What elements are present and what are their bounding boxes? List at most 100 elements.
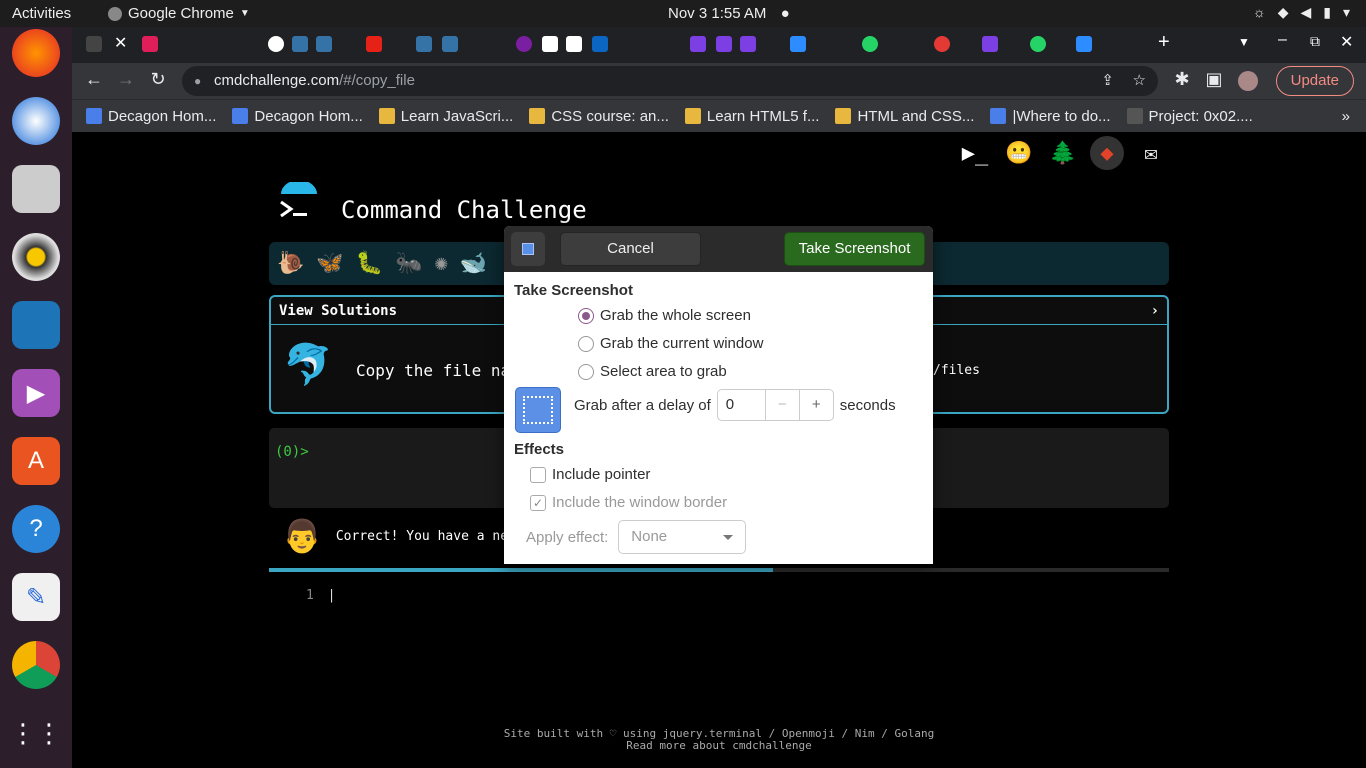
delay-input[interactable]: 0 (718, 390, 765, 420)
whale-icon[interactable]: 🐋 (460, 251, 487, 276)
include-pointer-checkbox[interactable]: Include pointer (530, 466, 650, 483)
site-info-icon[interactable]: ● (194, 66, 201, 96)
share-icon[interactable]: ⇪ (1101, 66, 1114, 96)
close-window-icon[interactable]: ✕ (1340, 32, 1353, 52)
app-menu-label: Google Chrome (128, 5, 234, 22)
ant-icon[interactable]: 🐜 (395, 251, 422, 276)
minus-icon[interactable]: − (764, 390, 799, 420)
radio-indicator[interactable] (578, 307, 594, 324)
radio-whole-screen[interactable]: Grab the whole screen (578, 307, 751, 324)
tab-search-icon[interactable]: ▼ (1238, 35, 1250, 49)
correct-text: Correct! You have a ne (335, 528, 509, 544)
snail-icon[interactable]: 🐌 (277, 251, 304, 276)
chrome-dock-icon[interactable] (12, 641, 60, 689)
tab-icon[interactable] (142, 36, 158, 52)
tab-icon[interactable] (790, 36, 806, 52)
tab-icon[interactable] (934, 36, 950, 52)
bookmark-item[interactable]: CSS course: an... (521, 108, 677, 125)
code-editor[interactable]: 1 | (306, 588, 335, 603)
plus-icon[interactable]: + (798, 390, 833, 420)
update-button[interactable]: Update (1275, 66, 1354, 96)
software-icon[interactable]: A (12, 437, 60, 485)
tab-icon[interactable] (1030, 36, 1046, 52)
back-icon[interactable]: ← (82, 69, 106, 90)
delay-stepper[interactable]: 0 − + (716, 389, 834, 421)
files-icon[interactable] (12, 165, 60, 213)
system-tray[interactable]: ☼ ◆ ◀ ▮ ▾ (1253, 4, 1350, 21)
header-links: ▶_ 😬 🌲 ◆ ✉ (958, 136, 1168, 170)
bookmark-item[interactable]: Project: 0x02.... (1119, 108, 1261, 125)
tree-icon[interactable]: 🌲 (1046, 136, 1080, 170)
bookmark-item[interactable]: HTML and CSS... (827, 108, 982, 125)
profile-avatar[interactable] (1238, 71, 1258, 91)
tab-icon[interactable] (1076, 36, 1092, 52)
activities-button[interactable]: Activities (12, 5, 71, 22)
tab-icon[interactable] (592, 36, 608, 52)
gitlab-icon[interactable]: ◆ (1090, 136, 1124, 170)
app-menu[interactable]: Google Chrome ▼ (108, 5, 250, 22)
show-apps-icon[interactable]: ⋮⋮ (10, 709, 62, 757)
tab-icon[interactable] (716, 36, 732, 52)
tab-icon[interactable] (442, 36, 458, 52)
extensions-icon[interactable]: ✱ (1170, 69, 1194, 90)
mail-icon[interactable]: ✉ (1134, 136, 1168, 170)
side-panel-icon[interactable]: ▣ (1202, 69, 1226, 90)
close-tab-icon[interactable]: ✕ (114, 33, 127, 53)
writer-icon[interactable] (12, 301, 60, 349)
tab-icon[interactable] (316, 36, 332, 52)
tab-icon[interactable] (982, 36, 998, 52)
maximize-icon[interactable]: ⧉ (1310, 33, 1320, 50)
footer-read-more-link[interactable]: Read more about cmdchallenge (442, 740, 996, 752)
bookmark-item[interactable]: |Where to do... (982, 108, 1118, 125)
scrimba-icon (835, 108, 852, 124)
checkbox-box[interactable] (530, 466, 546, 483)
gnome-top-bar: Activities Google Chrome ▼ Nov 3 1:55 AM… (0, 0, 1366, 27)
tab-icon[interactable] (740, 36, 756, 52)
tab-icon[interactable] (268, 36, 284, 52)
bookmark-item[interactable]: Learn HTML5 f... (677, 108, 828, 125)
text-editor-icon[interactable]: ✎ (12, 573, 60, 621)
emoji-face-icon[interactable]: 😬 (1002, 136, 1036, 170)
tab-icon[interactable] (690, 36, 706, 52)
take-screenshot-button[interactable]: Take Screenshot (784, 232, 925, 266)
help-icon[interactable]: ? (12, 505, 60, 553)
bookmark-item[interactable]: Learn JavaScri... (371, 108, 522, 125)
checkmark-icon[interactable]: ✓ (530, 494, 546, 511)
minimize-icon[interactable]: – (1278, 31, 1287, 49)
radio-current-window[interactable]: Grab the current window (578, 335, 763, 352)
clock[interactable]: Nov 3 1:55 AM ● (668, 5, 790, 22)
tab-icon[interactable] (416, 36, 432, 52)
butterfly-icon[interactable]: 🦋 (316, 251, 343, 276)
include-border-checkbox[interactable]: ✓ Include the window border (530, 494, 727, 511)
tab-icon[interactable] (542, 36, 558, 52)
radio-indicator[interactable] (578, 363, 594, 380)
thunderbird-icon[interactable] (12, 97, 60, 145)
radio-select-area[interactable]: Select area to grab (578, 363, 727, 380)
web-icon[interactable]: ✺ (435, 251, 448, 276)
apply-effect-select[interactable]: None (618, 520, 747, 554)
reload-icon[interactable]: ↻ (146, 69, 170, 90)
radio-indicator[interactable] (578, 335, 594, 352)
cancel-button[interactable]: Cancel (560, 232, 701, 266)
new-tab-icon[interactable]: + (1158, 31, 1170, 54)
tab-icon[interactable] (566, 36, 582, 52)
volume-icon: ◀ (1300, 4, 1312, 20)
tab-icon[interactable] (862, 36, 878, 52)
videos-icon[interactable]: ▶ (12, 369, 60, 417)
bookmark-star-icon[interactable]: ☆ (1133, 66, 1146, 96)
scrimba-icon (684, 108, 701, 124)
bookmark-item[interactable]: Decagon Hom... (78, 108, 224, 125)
caterpillar-icon[interactable]: 🐛 (356, 251, 383, 276)
terminal-icon[interactable]: ▶_ (958, 136, 992, 170)
rhythmbox-icon[interactable] (12, 233, 60, 281)
tab-icon[interactable] (86, 36, 102, 52)
firefox-icon[interactable] (12, 29, 60, 77)
bookmark-item[interactable]: Decagon Hom... (224, 108, 370, 125)
tab-icon[interactable] (366, 36, 382, 52)
more-bookmarks-icon[interactable]: » (1342, 108, 1350, 125)
forward-icon[interactable]: → (114, 69, 138, 90)
line-number: 1 (306, 588, 314, 603)
tab-icon[interactable] (516, 36, 532, 52)
address-bar[interactable]: ● cmdchallenge.com/#/copy_file ⇪ ☆ (182, 66, 1158, 96)
tab-icon[interactable] (292, 36, 308, 52)
